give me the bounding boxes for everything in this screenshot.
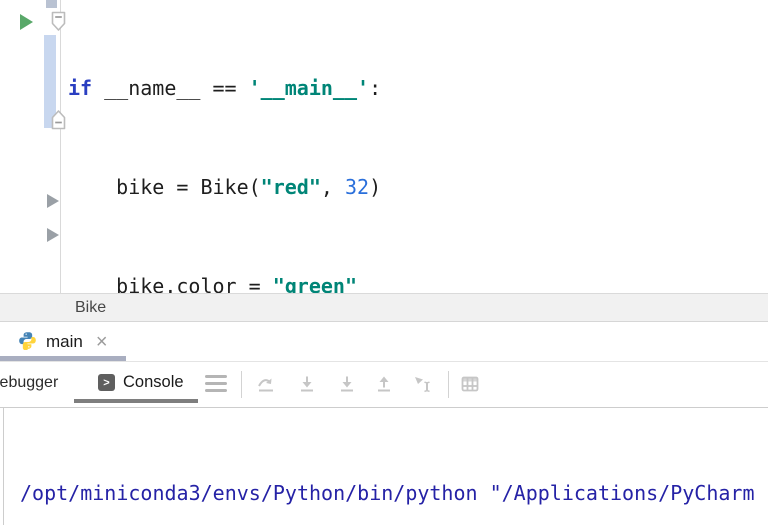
- view-as-table-icon[interactable]: [460, 374, 480, 394]
- console-icon: >: [98, 374, 115, 391]
- step-over-icon[interactable]: [256, 374, 276, 394]
- console-line: /opt/miniconda3/envs/Python/bin/python "…: [20, 481, 755, 505]
- pycharm-window: if __name__ == '__main__': bike = Bike("…: [0, 0, 768, 525]
- toolbar-separator: [241, 371, 242, 398]
- tab-console-label: Console: [123, 373, 184, 391]
- code-line: if __name__ == '__main__':: [68, 76, 382, 100]
- step-into-icon[interactable]: [297, 374, 317, 394]
- folded-region-arrow-icon[interactable]: [47, 194, 59, 208]
- console-left-border: [3, 408, 4, 525]
- folded-region-arrow-icon[interactable]: [47, 228, 59, 242]
- run-to-cursor-icon[interactable]: [412, 374, 432, 394]
- fold-start-icon[interactable]: [50, 11, 67, 32]
- debug-toolbar: Debugger > Console: [0, 362, 768, 407]
- console-output-text: /opt/miniconda3/envs/Python/bin/python "…: [20, 409, 755, 525]
- code-editor[interactable]: if __name__ == '__main__': bike = Bike("…: [0, 0, 768, 397]
- tab-selected-indicator: [0, 356, 126, 361]
- run-gutter-icon[interactable]: [20, 14, 33, 30]
- force-step-into-icon[interactable]: [337, 374, 357, 394]
- tab-debugger-label: Debugger: [0, 373, 59, 391]
- tab-main-label[interactable]: main: [46, 332, 83, 352]
- tab-debugger[interactable]: Debugger: [0, 362, 58, 403]
- code-line: bike = Bike("red", 32): [68, 175, 382, 199]
- editor-tab-bar: main ×: [0, 322, 768, 362]
- fold-end-icon[interactable]: [50, 109, 67, 130]
- breadcrumb-bar: Bike: [0, 293, 768, 322]
- step-out-icon[interactable]: [374, 374, 394, 394]
- console-tab-active-indicator: [74, 399, 198, 403]
- tab-console[interactable]: > Console: [98, 362, 184, 403]
- toolbar-separator: [448, 371, 449, 398]
- vcs-change-stub: [46, 0, 57, 8]
- breadcrumb-item-bike[interactable]: Bike: [75, 299, 106, 317]
- hamburger-icon[interactable]: [205, 375, 227, 396]
- close-tab-icon[interactable]: ×: [96, 332, 108, 352]
- python-logo-icon: [18, 331, 37, 351]
- gutter-separator: [60, 0, 61, 293]
